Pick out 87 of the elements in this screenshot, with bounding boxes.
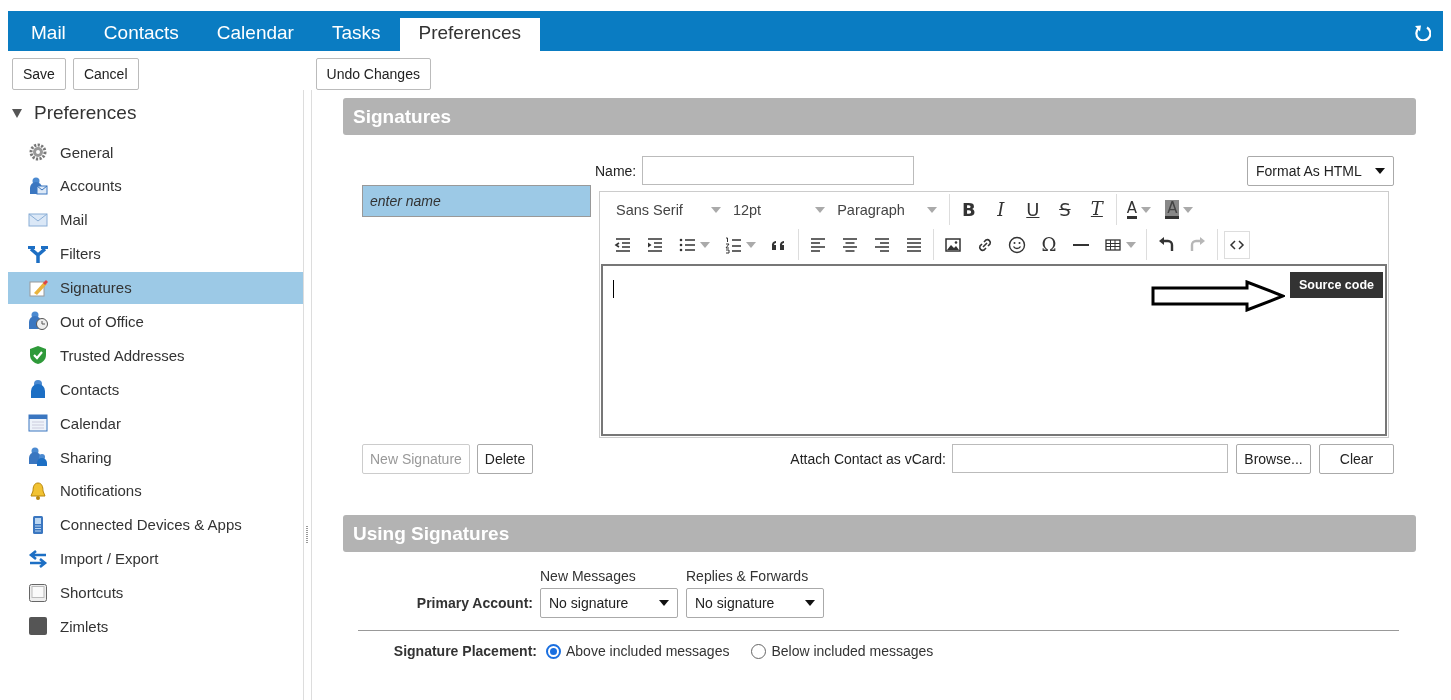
clear-button[interactable]: Clear — [1319, 443, 1394, 474]
align-right-icon — [873, 235, 891, 254]
app-tab[interactable]: Mail — [12, 18, 85, 51]
swap-arrows-icon — [28, 548, 48, 569]
sidebar-item[interactable]: Import / Export — [8, 542, 303, 575]
person-clock-icon — [28, 311, 48, 332]
tree-title: Preferences — [34, 102, 137, 124]
sidebar-item[interactable]: Connected Devices & Apps — [8, 508, 303, 541]
signature-dropdown[interactable]: No signature — [540, 588, 678, 618]
format-dropdown[interactable]: Format As HTML — [1247, 155, 1394, 186]
undo-changes-button[interactable]: Undo Changes — [315, 58, 431, 90]
font-size-dropdown[interactable]: 12pt — [726, 201, 832, 218]
app-tab[interactable]: Calendar — [197, 18, 313, 51]
placement-label: Signature Placement: — [392, 643, 538, 659]
app-tab[interactable]: Tasks — [312, 18, 400, 51]
underline-button[interactable]: U — [1019, 195, 1046, 224]
italic-button[interactable]: I — [987, 195, 1014, 224]
horizontal-line-icon — [1073, 243, 1089, 246]
align-left-icon — [809, 235, 827, 254]
sidebar-item[interactable]: Signatures — [8, 271, 303, 304]
column-label: Replies & Forwards — [686, 568, 810, 586]
name-label: Name: — [595, 162, 637, 179]
vcard-field[interactable] — [952, 444, 1228, 473]
square-icon — [28, 616, 48, 637]
key-icon — [28, 582, 48, 603]
calendar-icon — [28, 413, 48, 434]
text-cursor — [613, 280, 614, 298]
app-tab[interactable]: Preferences — [399, 18, 540, 51]
font-family-dropdown[interactable]: Sans Serif — [610, 201, 727, 218]
source-code-button[interactable] — [1224, 230, 1250, 259]
sidebar-item[interactable]: Zimlets — [8, 610, 303, 643]
sidebar-item[interactable]: Calendar — [8, 407, 303, 440]
browse-button[interactable]: Browse... — [1236, 443, 1311, 474]
cancel-button[interactable]: Cancel — [72, 58, 139, 90]
person-icon — [28, 379, 48, 400]
app-tab[interactable]: Contacts — [84, 18, 198, 51]
sidebar-item[interactable]: Notifications — [8, 474, 303, 507]
save-button[interactable]: Save — [12, 58, 66, 90]
refresh-icon[interactable] — [1413, 23, 1431, 41]
sidebar-item[interactable]: Filters — [8, 237, 303, 270]
fork-arrow-icon — [28, 243, 48, 264]
sidebar-item[interactable]: Contacts — [8, 373, 303, 406]
signature-list-item[interactable]: enter name — [362, 185, 591, 217]
sidebar-item[interactable]: Shortcuts — [8, 576, 303, 609]
sidebar-item[interactable]: Trusted Addresses — [8, 339, 303, 372]
gear-icon — [28, 142, 48, 162]
section-header: Signatures — [343, 98, 1416, 135]
indent-icon — [646, 235, 664, 254]
editor-text-area[interactable] — [601, 264, 1387, 436]
radio-label[interactable]: Above included messages — [566, 643, 730, 659]
sidebar-item[interactable]: Sharing — [8, 441, 303, 473]
vcard-label: Attach Contact as vCard: — [790, 450, 946, 467]
column-label: New Messages — [540, 568, 637, 586]
shield-check-icon — [28, 345, 48, 366]
bold-button[interactable]: B — [955, 195, 982, 224]
justify-icon — [905, 235, 923, 254]
signature-dropdown[interactable]: No signature — [686, 588, 824, 618]
text-color-button[interactable]: A — [1122, 195, 1156, 224]
image-icon — [944, 235, 962, 254]
radio-button[interactable] — [751, 643, 767, 659]
primary-account-label: Primary Account: — [415, 595, 534, 611]
bell-icon — [28, 480, 48, 501]
section-header: Using Signatures — [343, 515, 1416, 552]
people-icon — [28, 447, 48, 467]
name-field[interactable] — [642, 156, 915, 185]
pencil-document-icon — [28, 277, 48, 298]
redo-icon — [1189, 235, 1207, 254]
person-envelope-icon — [28, 175, 48, 196]
sidebar-item[interactable]: Mail — [8, 203, 303, 236]
delete-button[interactable]: Delete — [476, 443, 534, 474]
align-center-icon — [841, 235, 859, 254]
sidebar-item[interactable]: General — [8, 136, 303, 168]
sash-handle-icon[interactable] — [306, 526, 308, 543]
block-format-dropdown[interactable]: Paragraph — [831, 201, 943, 218]
clear-formatting-button[interactable]: T — [1083, 195, 1110, 224]
strikethrough-button[interactable]: S — [1051, 195, 1078, 224]
radio-button[interactable] — [546, 643, 561, 659]
special-character-button[interactable]: Ω — [1036, 230, 1062, 259]
undo-icon — [1157, 235, 1175, 254]
tooltip: Source code — [1290, 272, 1384, 298]
sidebar-item[interactable]: Accounts — [8, 169, 303, 202]
sidebar-item[interactable]: Out of Office — [8, 305, 303, 338]
expand-triangle-icon[interactable] — [12, 108, 22, 118]
smiley-icon — [1008, 235, 1026, 254]
numbered-list-icon — [724, 235, 742, 254]
radio-label[interactable]: Below included messages — [771, 643, 934, 659]
outdent-icon — [614, 235, 632, 254]
